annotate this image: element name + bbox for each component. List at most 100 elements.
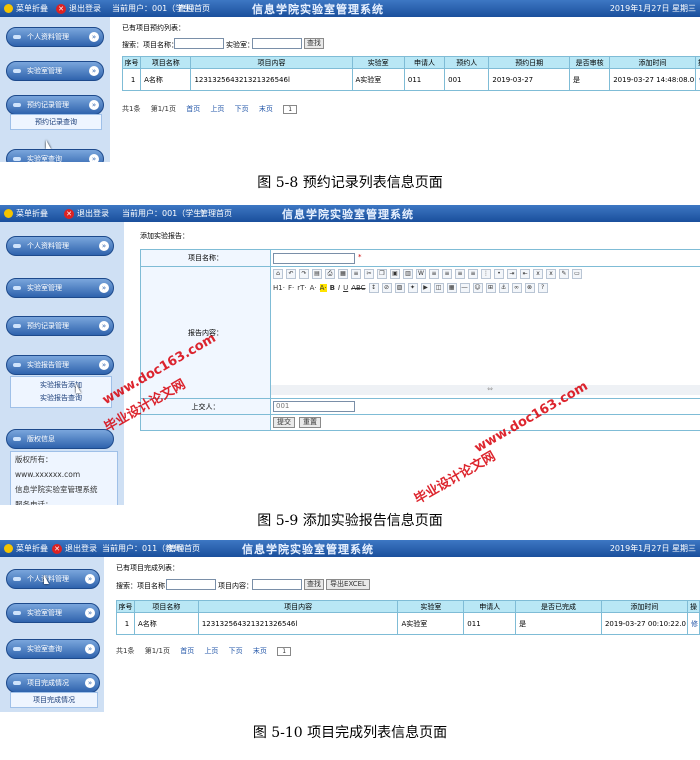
redo-icon[interactable]: ↷: [299, 269, 309, 279]
unordered-list-icon[interactable]: •: [494, 269, 504, 279]
sidebar-item-personal[interactable]: 个人资料管理»: [6, 27, 104, 47]
search-name-input[interactable]: [174, 38, 224, 49]
home-link[interactable]: 管理首页: [200, 208, 232, 219]
removeformat-icon[interactable]: ⊘: [381, 283, 392, 293]
table-cell: 是: [515, 612, 602, 635]
sidebar-item-booking[interactable]: 预约记录管理»: [6, 316, 114, 336]
sidebar-item-lab[interactable]: 实验室管理»: [6, 61, 104, 81]
copy-icon[interactable]: ❐: [377, 269, 387, 279]
pager-next[interactable]: 下页: [229, 647, 243, 655]
align-left-icon[interactable]: ≡: [429, 269, 439, 279]
justify-icon[interactable]: ≡: [468, 269, 478, 279]
search-name-input[interactable]: [166, 579, 216, 590]
align-center-icon[interactable]: ≡: [442, 269, 452, 279]
anchor-icon[interactable]: ⚓: [498, 283, 509, 293]
ordered-list-icon[interactable]: ⋮: [481, 269, 491, 279]
logout-button[interactable]: ✕ 退出登录: [56, 3, 101, 14]
sidebar-subitem-completion[interactable]: 项目完成情况: [11, 694, 97, 707]
font-dropdown[interactable]: F·: [288, 284, 294, 292]
page-select[interactable]: 1: [283, 105, 298, 114]
outdent-icon[interactable]: ⇤: [520, 269, 530, 279]
menu-collapse-button[interactable]: 菜单折叠: [4, 543, 48, 554]
underline-button[interactable]: U: [343, 284, 348, 292]
unlink-icon[interactable]: ⊗: [524, 283, 535, 293]
sidebar-item-report[interactable]: 实验报告管理»: [6, 355, 114, 375]
pager-last[interactable]: 末页: [259, 105, 273, 113]
code-icon[interactable]: ≡: [351, 269, 361, 279]
editor-body[interactable]: [271, 295, 700, 385]
rich-text-editor[interactable]: ⌂ ↶ ↷ ▤ ⎙ ▦ ≡ ✂ ❐ ▣ ▥ W ≡ ≡ ≡ ≡ ⋮ • ⇥ ⇤ x x ✎ ▭ H1· F· rT· A· A…: [270, 266, 700, 399]
select-all-icon[interactable]: ▭: [572, 269, 582, 279]
submit-button[interactable]: 提交: [273, 417, 295, 428]
sidebar-item-personal[interactable]: 个人资料管理»: [6, 236, 114, 256]
font-color-button[interactable]: A·: [310, 284, 317, 292]
menu-collapse-button[interactable]: 菜单折叠: [4, 3, 48, 14]
export-excel-button[interactable]: 导出EXCEL: [326, 579, 370, 590]
sidebar-item-completion[interactable]: 项目完成情况»: [6, 673, 100, 693]
superscript-icon[interactable]: x: [546, 269, 556, 279]
pager-next[interactable]: 下页: [235, 105, 249, 113]
search-lab-input[interactable]: [252, 38, 302, 49]
highlight-button[interactable]: A·: [319, 284, 327, 292]
source-icon[interactable]: ⌂: [273, 269, 283, 279]
editor-resize-handle[interactable]: ⇔: [271, 385, 700, 395]
sidebar-item-booking[interactable]: 预约记录管理»: [6, 95, 104, 115]
align-right-icon[interactable]: ≡: [455, 269, 465, 279]
print-icon[interactable]: ⎙: [325, 269, 335, 279]
menu-collapse-button[interactable]: 菜单折叠: [4, 208, 48, 219]
sidebar-item-lab-query[interactable]: 实验室查询»: [6, 639, 100, 659]
font-size-dropdown[interactable]: rT·: [297, 284, 306, 292]
search-button[interactable]: 查找: [304, 38, 324, 49]
row-action-link[interactable]: 修: [694, 68, 700, 91]
emoticon-icon[interactable]: ☺: [472, 283, 483, 293]
paste-word-icon[interactable]: W: [416, 269, 426, 279]
media-icon[interactable]: ▶: [420, 283, 431, 293]
home-link[interactable]: 管理首页: [168, 543, 200, 554]
template-icon[interactable]: ▦: [338, 269, 348, 279]
flash-icon[interactable]: ✦: [407, 283, 418, 293]
line-height-icon[interactable]: ↕: [368, 283, 379, 293]
subscript-icon[interactable]: x: [533, 269, 543, 279]
search-content-input[interactable]: [252, 579, 302, 590]
pager-last[interactable]: 末页: [253, 647, 267, 655]
heading-dropdown[interactable]: H1·: [273, 284, 285, 292]
pager-first[interactable]: 首页: [186, 105, 200, 113]
italic-button[interactable]: I: [338, 284, 340, 292]
pager-prev[interactable]: 上页: [204, 647, 218, 655]
reset-button[interactable]: 重置: [299, 417, 321, 428]
file-icon[interactable]: ◫: [433, 283, 444, 293]
undo-icon[interactable]: ↶: [286, 269, 296, 279]
map-icon[interactable]: ⊞: [485, 283, 496, 293]
paste-text-icon[interactable]: ▥: [403, 269, 413, 279]
logout-button[interactable]: ✕ 退出登录: [52, 543, 97, 554]
preview-icon[interactable]: ▤: [312, 269, 322, 279]
submitter-input[interactable]: 001: [273, 401, 355, 412]
sidebar-item-lab[interactable]: 实验室管理»: [6, 603, 100, 623]
link-icon[interactable]: ∞: [511, 283, 522, 293]
pager-prev[interactable]: 上页: [210, 105, 224, 113]
cut-icon[interactable]: ✂: [364, 269, 374, 279]
sidebar-item-personal[interactable]: 个人资料管理»: [6, 569, 100, 589]
about-icon[interactable]: ?: [537, 283, 548, 293]
table-icon[interactable]: ▦: [446, 283, 457, 293]
clear-format-icon[interactable]: ✎: [559, 269, 569, 279]
pager-first[interactable]: 首页: [180, 647, 194, 655]
sidebar-subitem-report-query[interactable]: 实验报告查询: [11, 392, 111, 405]
bold-button[interactable]: B: [330, 284, 335, 292]
project-name-input[interactable]: [273, 252, 355, 264]
search-button[interactable]: 查找: [304, 579, 324, 590]
indent-icon[interactable]: ⇥: [507, 269, 517, 279]
strikethrough-button[interactable]: ABC: [351, 284, 365, 292]
home-link[interactable]: 管理首页: [178, 3, 210, 14]
image-icon[interactable]: ▨: [394, 283, 405, 293]
sidebar-subitem-booking-query[interactable]: 预约记录查询: [11, 116, 101, 129]
sidebar-item-lab-query[interactable]: 实验室查询»: [6, 149, 104, 162]
sidebar-item-lab[interactable]: 实验室管理»: [6, 278, 114, 298]
page-select[interactable]: 1: [277, 647, 292, 656]
editor-toolbar-row-1: ⌂ ↶ ↷ ▤ ⎙ ▦ ≡ ✂ ❐ ▣ ▥ W ≡ ≡ ≡ ≡ ⋮ • ⇥ ⇤ x x ✎ ▭: [271, 267, 700, 281]
row-action-link[interactable]: 修: [686, 612, 700, 635]
logout-button[interactable]: ✕ 退出登录: [64, 208, 109, 219]
hr-icon[interactable]: ―: [459, 283, 470, 293]
sidebar-subitem-report-add[interactable]: 实验报告添加: [11, 379, 111, 392]
paste-icon[interactable]: ▣: [390, 269, 400, 279]
